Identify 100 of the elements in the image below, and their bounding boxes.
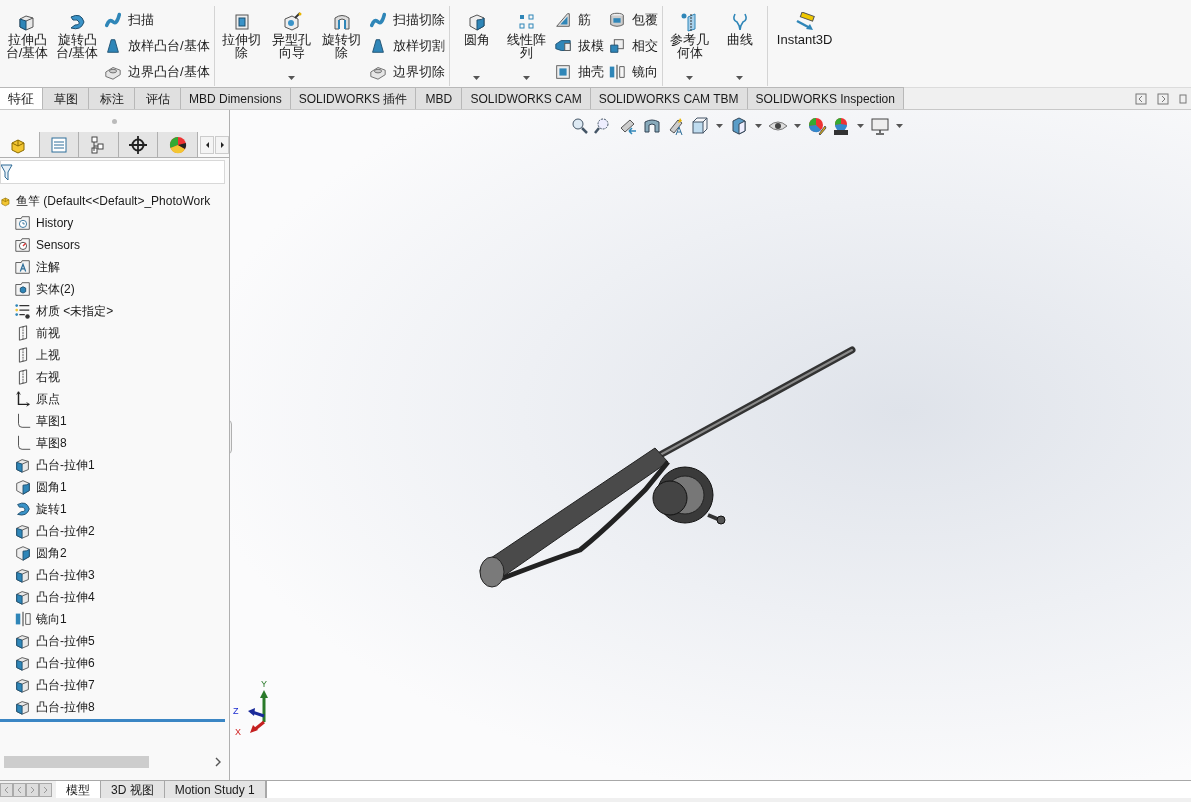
ribbon-button[interactable]: 扫描切除 <box>368 9 445 31</box>
tree-item[interactable]: 草图8 <box>0 432 229 454</box>
ribbon-button[interactable]: 抽壳 <box>553 61 604 83</box>
tab[interactable]: 草图 <box>43 87 89 109</box>
loft-icon <box>104 37 122 55</box>
ribbon-button[interactable]: 拔模 <box>553 35 604 57</box>
caret-icon[interactable] <box>686 76 694 80</box>
tree-item[interactable]: 镜向1 <box>0 608 229 630</box>
caret-icon[interactable] <box>896 124 903 128</box>
axis-label: Z <box>233 707 239 716</box>
scroll-right-icon[interactable] <box>215 757 221 767</box>
tree-item[interactable]: 凸台-拉伸7 <box>0 674 229 696</box>
ruler-arrow-icon <box>794 12 815 32</box>
tab[interactable]: Motion Study 1 <box>164 781 266 798</box>
pattern-icon <box>516 12 537 32</box>
display-style-icon[interactable] <box>729 116 749 136</box>
filter-icon[interactable] <box>1 163 13 181</box>
caret-icon[interactable] <box>716 124 723 128</box>
tab[interactable]: MBD Dimensions <box>181 87 291 109</box>
tree-item[interactable]: 圆角2 <box>0 542 229 564</box>
tab[interactable]: SOLIDWORKS CAM <box>462 87 591 109</box>
tree-item[interactable]: 凸台-拉伸6 <box>0 652 229 674</box>
appearance-pencil-icon[interactable] <box>807 116 827 136</box>
extrude-block-icon <box>17 12 37 32</box>
tree-item[interactable]: 凸台-拉伸1 <box>0 454 229 476</box>
tab[interactable]: SOLIDWORKS Inspection <box>747 87 904 109</box>
ribbon-button[interactable]: 拉伸凸台/基体 <box>4 6 50 86</box>
tree-item[interactable]: 右视 <box>0 366 229 388</box>
tree-item[interactable]: 前视 <box>0 322 229 344</box>
ribbon-button[interactable]: 线性阵列 <box>503 6 550 86</box>
caret-icon[interactable] <box>794 124 801 128</box>
ribbon-button[interactable]: 异型孔向导 <box>268 6 315 86</box>
ribbon-button[interactable]: 边界切除 <box>368 61 445 83</box>
tree-item[interactable]: 原点 <box>0 388 229 410</box>
tab[interactable]: SOLIDWORKS 插件 <box>290 87 417 109</box>
tree-item[interactable]: 凸台-拉伸3 <box>0 564 229 586</box>
panel-tab[interactable] <box>118 132 159 157</box>
section-view-icon[interactable] <box>642 116 662 136</box>
ribbon-button[interactable]: 放样凸台/基体 <box>104 35 210 57</box>
ribbon-button[interactable]: 镜向 <box>607 61 658 83</box>
tree-item[interactable]: 凸台-拉伸5 <box>0 630 229 652</box>
folder-cube-icon <box>14 280 32 298</box>
caret-icon[interactable] <box>736 76 744 80</box>
ribbon-button[interactable]: 包覆 <box>607 9 658 31</box>
tab[interactable]: 特征 <box>0 87 43 109</box>
ribbon-button[interactable]: 边界凸台/基体 <box>104 61 210 83</box>
tree-item[interactable]: History <box>0 212 229 234</box>
monitor-icon[interactable] <box>870 116 890 136</box>
ribbon-button[interactable]: 相交 <box>607 35 658 57</box>
extrude-block-icon <box>14 588 32 606</box>
scene-icon[interactable] <box>831 116 851 136</box>
rib-icon <box>553 11 572 29</box>
tab[interactable]: 3D 视图 <box>101 781 165 798</box>
ribbon-button[interactable]: 参考几何体 <box>666 6 713 86</box>
ribbon-button[interactable]: 旋转凸台/基体 <box>54 6 100 86</box>
scrollbar-thumb[interactable] <box>4 756 149 768</box>
intersect-icon <box>607 37 626 55</box>
tab[interactable]: 模型 <box>56 781 101 798</box>
panel-tab[interactable] <box>158 132 198 157</box>
tree-item[interactable]: 材质 <未指定> <box>0 300 229 322</box>
extrude-block-icon <box>14 698 32 716</box>
tree-item[interactable]: 实体(2) <box>0 278 229 300</box>
ribbon-button[interactable]: 扫描 <box>104 9 210 31</box>
ribbon-button[interactable]: 曲线 <box>716 6 763 86</box>
zoom-fit-icon[interactable] <box>570 116 590 136</box>
ribbon-button[interactable]: 旋转切除 <box>318 6 365 86</box>
caret-icon[interactable] <box>755 124 762 128</box>
grip-icon[interactable] <box>111 117 118 125</box>
tree-item[interactable]: 鱼竿 (Default<<Default>_PhotoWork <box>0 190 229 212</box>
ribbon-button[interactable]: 拉伸切除 <box>218 6 265 86</box>
tree-item[interactable]: 圆角1 <box>0 476 229 498</box>
cut-revolve-icon <box>331 12 352 32</box>
tree-item[interactable]: 注解 <box>0 256 229 278</box>
panel-icon[interactable] <box>1157 93 1169 105</box>
tree-item[interactable]: 旋转1 <box>0 498 229 520</box>
caret-icon[interactable] <box>857 124 864 128</box>
tab[interactable]: 标注 <box>89 87 135 109</box>
revolve-icon <box>14 500 32 518</box>
tree-item[interactable]: 凸台-拉伸8 <box>0 696 229 718</box>
ribbon-button[interactable]: 放样切割 <box>368 35 445 57</box>
tree-item[interactable]: Sensors <box>0 234 229 256</box>
tab[interactable]: MBD <box>416 87 463 109</box>
ribbon-button[interactable]: 筋 <box>553 9 604 31</box>
caret-icon[interactable] <box>523 76 531 80</box>
property-list-icon <box>48 134 69 155</box>
view-orientation-icon[interactable] <box>690 116 710 136</box>
extrude-block-icon <box>14 676 32 694</box>
restore-icon[interactable] <box>1179 93 1187 105</box>
tree-item[interactable]: 凸台-拉伸4 <box>0 586 229 608</box>
tree-item[interactable]: 上视 <box>0 344 229 366</box>
ribbon-button[interactable]: Instant3D <box>771 6 838 86</box>
extrude-block-icon <box>14 456 32 474</box>
tab[interactable]: 评估 <box>135 87 181 109</box>
caret-icon[interactable] <box>288 76 296 80</box>
tree-item[interactable]: 凸台-拉伸2 <box>0 520 229 542</box>
tree-item[interactable]: 草图1 <box>0 410 229 432</box>
caret-icon[interactable] <box>473 76 481 80</box>
tab[interactable]: SOLIDWORKS CAM TBM <box>590 87 748 109</box>
panel-icon[interactable] <box>1135 93 1147 105</box>
ribbon-button[interactable]: 圆角 <box>453 6 500 86</box>
